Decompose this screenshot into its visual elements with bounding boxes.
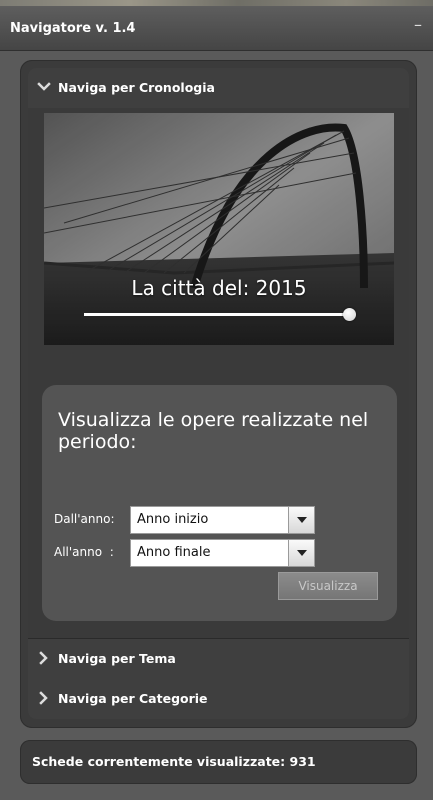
dropdown-arrow-icon[interactable] — [288, 507, 314, 533]
accordion-header-cronologia[interactable]: Naviga per Cronologia — [28, 68, 409, 109]
timeline-caption: La città del: 2015 — [131, 276, 307, 300]
title-bar[interactable]: Navigatore v. 1.4 – — [0, 6, 433, 51]
city-photo: La città del: 2015 — [44, 113, 394, 345]
dropdown-arrow-icon[interactable] — [288, 540, 314, 566]
accordion-label-cronologia: Naviga per Cronologia — [58, 80, 215, 95]
chevron-right-icon — [39, 691, 48, 705]
window-title: Navigatore v. 1.4 — [10, 21, 136, 36]
accordion-label-tema: Naviga per Tema — [58, 651, 176, 666]
accordion-label-categorie: Naviga per Categorie — [58, 691, 208, 706]
period-title: Visualizza le opere realizzate nel perio… — [58, 409, 369, 453]
period-filter-box: Visualizza le opere realizzate nel perio… — [42, 385, 397, 621]
status-bar: Schede correntemente visualizzate: 931 — [20, 740, 417, 784]
accordion-header-tema[interactable]: Naviga per Tema — [28, 638, 409, 680]
minimize-button[interactable]: – — [411, 17, 425, 33]
status-count: Schede correntemente visualizzate: 931 — [32, 754, 316, 769]
from-year-select[interactable]: Anno inizio — [130, 506, 315, 534]
to-year-label: All'anno : — [54, 545, 114, 559]
year-slider-handle[interactable] — [343, 308, 356, 321]
year-slider-fill — [84, 313, 350, 316]
bridge-image — [44, 113, 394, 345]
to-year-select[interactable]: Anno finale — [130, 539, 315, 567]
visualizza-button[interactable]: Visualizza — [278, 572, 378, 600]
cronologia-content: La città del: 2015 Visualizza le opere r… — [28, 108, 409, 638]
navigator-panel: Naviga per Cronologia La città del: 2015… — [20, 60, 417, 728]
accordion-header-categorie[interactable]: Naviga per Categorie — [28, 679, 409, 719]
from-year-label: Dall'anno: — [54, 512, 115, 526]
chevron-right-icon — [39, 651, 48, 665]
year-slider[interactable] — [84, 308, 356, 321]
chevron-down-icon — [37, 82, 51, 91]
to-year-value: Anno finale — [137, 545, 211, 560]
from-year-value: Anno inizio — [137, 512, 209, 527]
